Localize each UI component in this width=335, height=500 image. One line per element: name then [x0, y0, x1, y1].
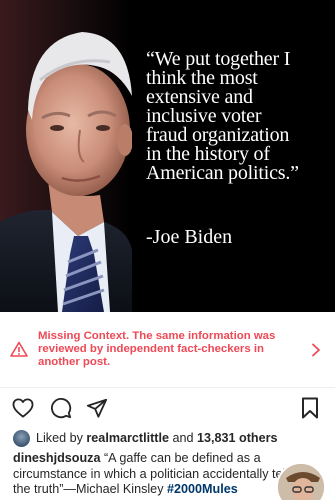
- warning-triangle-icon: [10, 341, 28, 357]
- chevron-right-icon[interactable]: [311, 343, 321, 357]
- caption-hashtag[interactable]: #2000Mules: [167, 482, 238, 496]
- post-image[interactable]: “We put together I think the most extens…: [0, 0, 335, 312]
- liker-username[interactable]: realmarctlittle: [86, 431, 169, 445]
- missing-context-text: Missing Context. The same information wa…: [38, 330, 276, 368]
- bookmark-icon[interactable]: [301, 397, 319, 419]
- person-avatar-icon: [278, 464, 324, 500]
- caption-username[interactable]: dineshjdsouza: [13, 451, 100, 465]
- likes-joiner: and: [169, 431, 198, 445]
- post-caption: dineshjdsouza “A gaffe can be defined as…: [13, 451, 295, 500]
- likes-summary[interactable]: Liked by realmarctlittle and 13,831 othe…: [36, 431, 278, 446]
- quote-attribution: -Joe Biden: [146, 226, 233, 248]
- comment-icon[interactable]: [50, 397, 72, 419]
- likes-count[interactable]: 13,831 others: [197, 431, 278, 445]
- liker-avatar[interactable]: [13, 430, 30, 447]
- heart-icon[interactable]: [12, 398, 34, 418]
- share-icon[interactable]: [86, 397, 108, 419]
- likes-prefix: Liked by: [36, 431, 87, 445]
- profile-thumbnail[interactable]: [276, 462, 326, 500]
- quote-text: “We put together I think the most extens…: [146, 48, 299, 184]
